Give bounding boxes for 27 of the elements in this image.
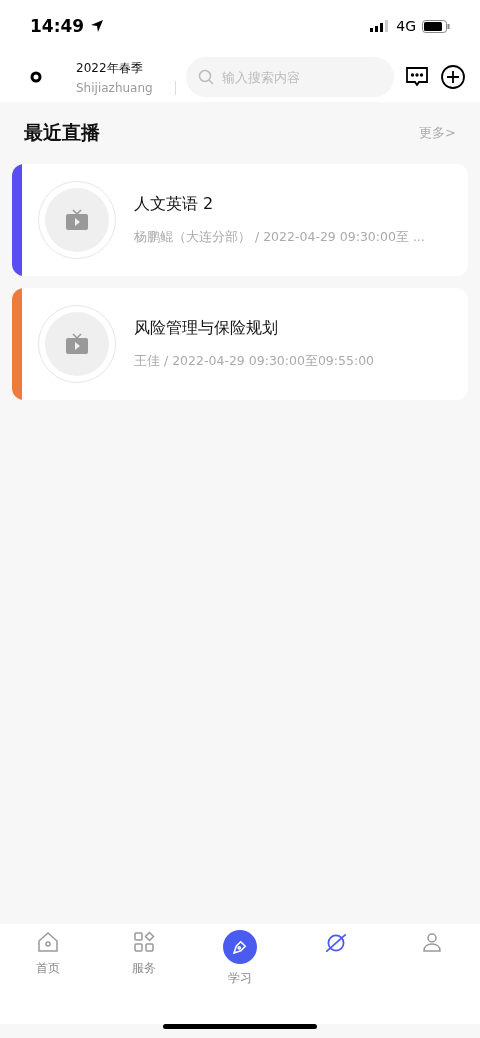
user-icon (420, 930, 444, 954)
location-arrow-icon (90, 19, 105, 33)
battery-icon (422, 19, 450, 33)
signal-icon (370, 20, 391, 32)
location-dot-icon[interactable] (30, 71, 42, 83)
city-label: Shijiazhuang (76, 80, 176, 95)
tv-icon (65, 333, 89, 355)
tab-item[interactable]: 学习 (192, 926, 288, 991)
section-title: 最近直播 (24, 120, 100, 145)
tab-item[interactable]: 服务 (96, 926, 192, 981)
tab-item[interactable]: 首页 (0, 926, 96, 981)
home-icon (36, 930, 60, 954)
live-title: 风险管理与保险规划 (134, 318, 279, 339)
live-card[interactable]: 人文英语 2 杨鹏鲲（大连分部） / 2022-04-29 09:30:00至 ... (12, 164, 468, 276)
network-label: 4G (396, 18, 416, 34)
more-link[interactable]: 更多> (419, 124, 456, 142)
status-time: 14:49 (30, 16, 85, 36)
live-meta: 王佳 / 2022-04-29 09:30:00至09:55:00 (134, 353, 375, 370)
pen-icon (223, 930, 257, 964)
term-label[interactable]: 2022年春季 (76, 59, 176, 77)
grid-icon (132, 930, 156, 954)
search-icon (198, 69, 214, 85)
add-icon[interactable] (440, 64, 466, 90)
live-title: 人文英语 2 (134, 194, 215, 215)
tv-icon (65, 209, 89, 231)
live-card[interactable]: 风险管理与保险规划 王佳 / 2022-04-29 09:30:00至09:55:00 (12, 288, 468, 400)
live-meta: 杨鹏鲲（大连分部） / 2022-04-29 09:30:00至 ... (134, 229, 425, 246)
